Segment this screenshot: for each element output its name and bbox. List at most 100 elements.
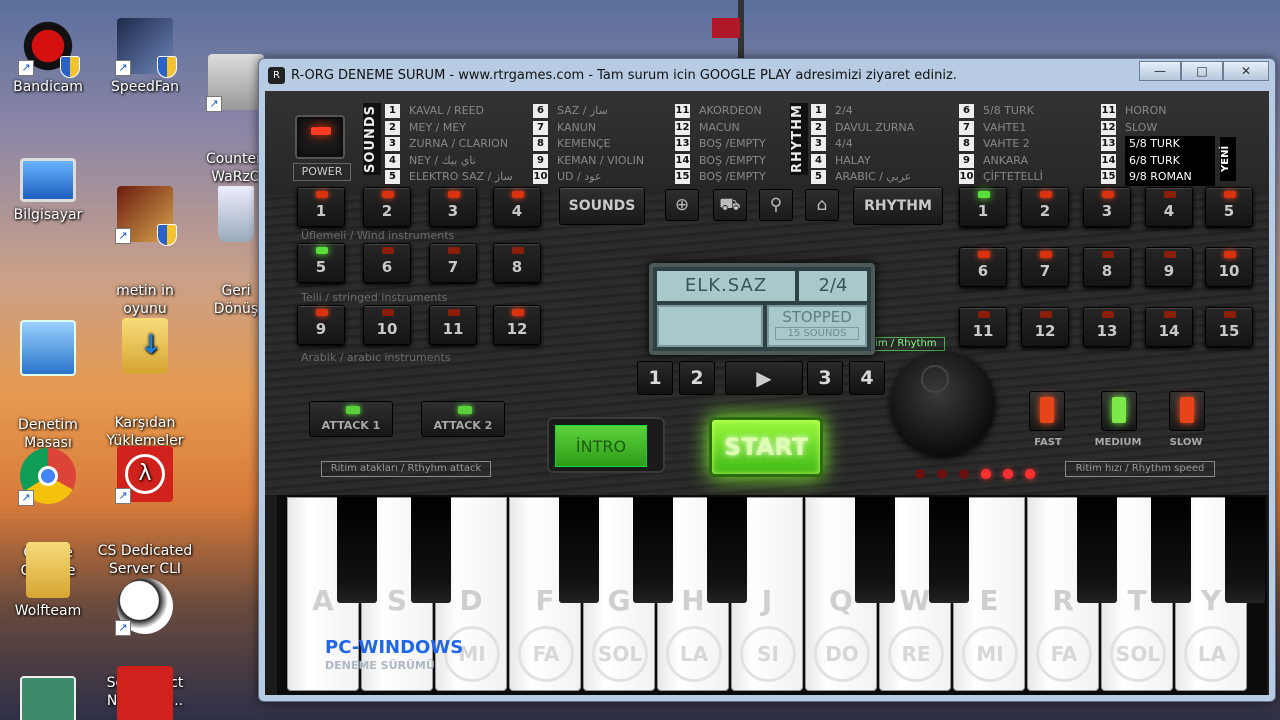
sound-pad-11[interactable]: 11 (429, 305, 477, 345)
black-key[interactable] (1151, 497, 1191, 603)
list-item[interactable]: 6 5/8 TURK (959, 103, 1043, 120)
sound-pad-1[interactable]: 1 (297, 187, 345, 227)
pattern-button-4[interactable]: 4 (849, 361, 885, 395)
rhythm-pad-12[interactable]: 12 (1021, 307, 1069, 347)
sound-pad-2[interactable]: 2 (363, 187, 411, 227)
cart-icon[interactable]: ⛟ (713, 189, 747, 221)
rhythm-pad-7[interactable]: 7 (1021, 247, 1069, 287)
maximize-button[interactable]: □ (1181, 61, 1223, 81)
black-key[interactable] (929, 497, 969, 603)
title-bar[interactable]: R R-ORG DENEME SURUM - www.rtrgames.com … (259, 59, 1275, 91)
rhythm-pad-1[interactable]: 1 (959, 187, 1007, 227)
volume-knob[interactable] (891, 351, 995, 455)
rhythm-pad-3[interactable]: 3 (1083, 187, 1131, 227)
black-key[interactable] (855, 497, 895, 603)
rhythm-pad-5[interactable]: 5 (1205, 187, 1253, 227)
list-item[interactable]: 3 4/4 (811, 136, 914, 153)
sound-pad-6[interactable]: 6 (363, 243, 411, 283)
attack-2-button[interactable]: ATTACK 2 (421, 401, 505, 437)
list-item[interactable]: 8 VAHTE 2 (959, 136, 1043, 153)
search-icon[interactable]: ⚲ (759, 189, 793, 221)
black-key[interactable] (1077, 497, 1117, 603)
list-item[interactable]: 9 KEMAN / VIOLIN (533, 153, 644, 170)
list-item[interactable]: 1 2/4 (811, 103, 914, 120)
rhythm-pad-8[interactable]: 8 (1083, 247, 1131, 287)
list-item[interactable]: 12 SLOW (1101, 120, 1215, 137)
pattern-button-2[interactable]: 2 (679, 361, 715, 395)
rhythm-pad-4[interactable]: 4 (1145, 187, 1193, 227)
list-item[interactable]: 13 5/8 TURK (1101, 136, 1215, 153)
sound-pad-4[interactable]: 4 (493, 187, 541, 227)
power-button[interactable] (295, 115, 345, 159)
black-key[interactable] (1225, 497, 1265, 603)
list-item[interactable]: 1 KAVAL / REED (385, 103, 513, 120)
sound-pad-3[interactable]: 3 (429, 187, 477, 227)
attack-1-button[interactable]: ATTACK 1 (309, 401, 393, 437)
home-icon[interactable]: ⌂ (805, 189, 839, 221)
rhythm-pad-13[interactable]: 13 (1083, 307, 1131, 347)
list-item[interactable]: 14 6/8 TURK (1101, 152, 1215, 169)
list-item[interactable]: 12 MACUN (675, 120, 766, 137)
list-item[interactable]: 8 KEMENÇE (533, 136, 644, 153)
desktop-icon-bandicam[interactable]: ↗ Bandicam (0, 18, 96, 96)
list-item[interactable]: 4 NEY / ناي بيك (385, 153, 513, 170)
list-item[interactable]: 15 9/8 ROMAN (1101, 169, 1215, 186)
list-item[interactable]: 5 ELEKTRO SAZ / ساز (385, 169, 513, 186)
black-key[interactable] (633, 497, 673, 603)
list-item[interactable]: 11 AKORDEON (675, 103, 766, 120)
sound-pad-8[interactable]: 8 (493, 243, 541, 283)
list-item[interactable]: 14 BOŞ /EMPTY (675, 153, 766, 170)
rhythm-pad-9[interactable]: 9 (1145, 247, 1193, 287)
globe-icon[interactable]: ⊕ (665, 189, 699, 221)
list-item[interactable]: 5 ARABIC / عربي (811, 169, 914, 186)
sound-pad-7[interactable]: 7 (429, 243, 477, 283)
sound-pad-5[interactable]: 5 (297, 243, 345, 283)
rhythm-pad-2[interactable]: 2 (1021, 187, 1069, 227)
list-item[interactable]: 9 ANKARA (959, 153, 1043, 170)
list-item[interactable]: 7 KANUN (533, 120, 644, 137)
sounds-button[interactable]: SOUNDS (559, 187, 645, 225)
list-item[interactable]: 3 ZURNA / CLARION (385, 136, 513, 153)
sound-pad-12[interactable]: 12 (493, 305, 541, 345)
rhythm-pad-6[interactable]: 6 (959, 247, 1007, 287)
black-key[interactable] (707, 497, 747, 603)
rhythm-pad-10[interactable]: 10 (1205, 247, 1253, 287)
fast-button[interactable] (1029, 391, 1065, 431)
desktop-icon-bilgisayar[interactable]: Bilgisayar (0, 152, 96, 224)
list-item[interactable]: 6 SAZ / ساز (533, 103, 644, 120)
medium-button[interactable] (1101, 391, 1137, 431)
black-key[interactable] (411, 497, 451, 603)
close-button[interactable]: ✕ (1223, 61, 1269, 81)
rhythm-button[interactable]: RHYTHM (853, 187, 943, 225)
minimize-button[interactable]: — (1139, 61, 1181, 81)
slow-button[interactable] (1169, 391, 1205, 431)
list-item[interactable]: 2 MEY / MEY (385, 120, 513, 137)
sound-pad-10[interactable]: 10 (363, 305, 411, 345)
list-item[interactable]: 15 BOŞ /EMPTY (675, 169, 766, 186)
desktop-icon-wolfteam[interactable]: Wolfteam (0, 542, 96, 620)
list-item[interactable]: 11 HORON (1101, 103, 1215, 120)
desktop-icon-partial-1[interactable] (0, 676, 96, 720)
black-key[interactable] (559, 497, 599, 603)
list-item[interactable]: 7 VAHTE1 (959, 120, 1043, 137)
list-item[interactable]: 13 BOŞ /EMPTY (675, 136, 766, 153)
pattern-button-3[interactable]: 3 (807, 361, 843, 395)
minimize-icon: — (1154, 64, 1166, 78)
pattern-button-1[interactable]: 1 (637, 361, 673, 395)
rhythm-pad-11[interactable]: 11 (959, 307, 1007, 347)
black-key[interactable] (337, 497, 377, 603)
sound-pad-9[interactable]: 9 (297, 305, 345, 345)
list-item[interactable]: 2 DAVUL ZURNA (811, 120, 914, 137)
desktop-icon-partial-2[interactable] (97, 666, 193, 720)
lcd-display: ELK.SAZ 2/4 STOPPED 15 SOUNDS (649, 263, 875, 355)
list-item[interactable]: 10 UD / عود (533, 169, 644, 186)
start-button[interactable]: START (709, 417, 823, 477)
speed-dot (959, 469, 969, 479)
list-item[interactable]: 10 ÇİFTETELLİ (959, 169, 1043, 186)
rhythm-pad-15[interactable]: 15 (1205, 307, 1253, 347)
desktop-icon-speedfan[interactable]: ↗ SpeedFan (97, 18, 193, 96)
list-item[interactable]: 4 HALAY (811, 153, 914, 170)
play-button[interactable]: ▶ (725, 361, 803, 395)
intro-button[interactable]: İNTRO (547, 417, 665, 473)
rhythm-pad-14[interactable]: 14 (1145, 307, 1193, 347)
